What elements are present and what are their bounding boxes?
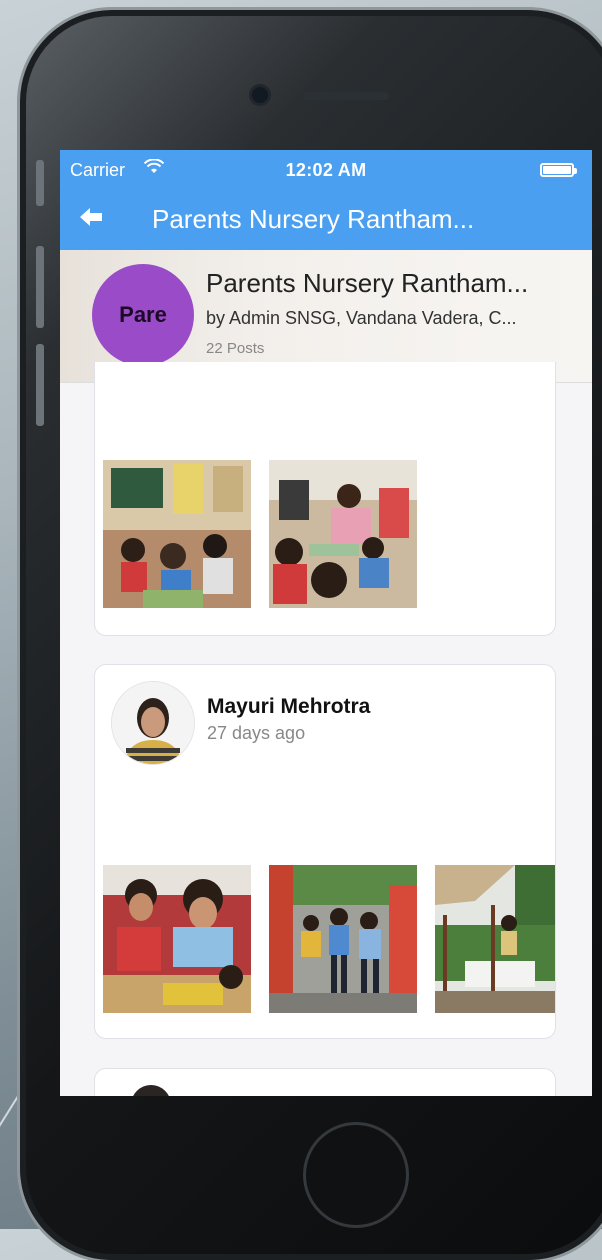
- earpiece-speaker: [303, 92, 389, 100]
- volume-up-button: [36, 246, 44, 328]
- post-card[interactable]: [94, 362, 556, 636]
- mute-switch: [36, 160, 44, 206]
- post-photo[interactable]: [103, 460, 251, 608]
- volume-down-button: [36, 344, 44, 426]
- group-avatar[interactable]: Pare: [92, 264, 194, 366]
- post-card[interactable]: [94, 1068, 556, 1096]
- group-members: by Admin SNSG, Vandana Vadera, C...: [206, 308, 517, 328]
- app-screen: Carrier 12:02 AM Parents Nursery Rantham…: [60, 150, 592, 1096]
- author-name[interactable]: Mayuri Mehrotra: [207, 695, 370, 719]
- post-photo[interactable]: [435, 865, 555, 1013]
- nav-bar: Parents Nursery Rantham...: [60, 190, 592, 250]
- front-camera: [252, 87, 268, 103]
- group-post-count: 22 Posts: [206, 340, 265, 357]
- author-avatar[interactable]: [131, 1085, 171, 1096]
- battery-icon: [540, 163, 577, 177]
- post-photo[interactable]: [269, 865, 417, 1013]
- author-avatar[interactable]: [111, 681, 195, 765]
- status-time: 12:02 AM: [285, 160, 367, 180]
- post-card[interactable]: Mayuri Mehrotra 27 days ago: [94, 664, 556, 1039]
- post-photo[interactable]: [269, 460, 417, 608]
- back-arrow-icon[interactable]: [78, 204, 104, 237]
- page-title: Parents Nursery Rantham...: [152, 204, 475, 234]
- post-timestamp: 27 days ago: [207, 723, 306, 743]
- status-bar: Carrier 12:02 AM: [60, 150, 592, 190]
- home-button[interactable]: [303, 1122, 409, 1228]
- post-photo[interactable]: [103, 865, 251, 1013]
- group-name: Parents Nursery Rantham...: [206, 268, 529, 298]
